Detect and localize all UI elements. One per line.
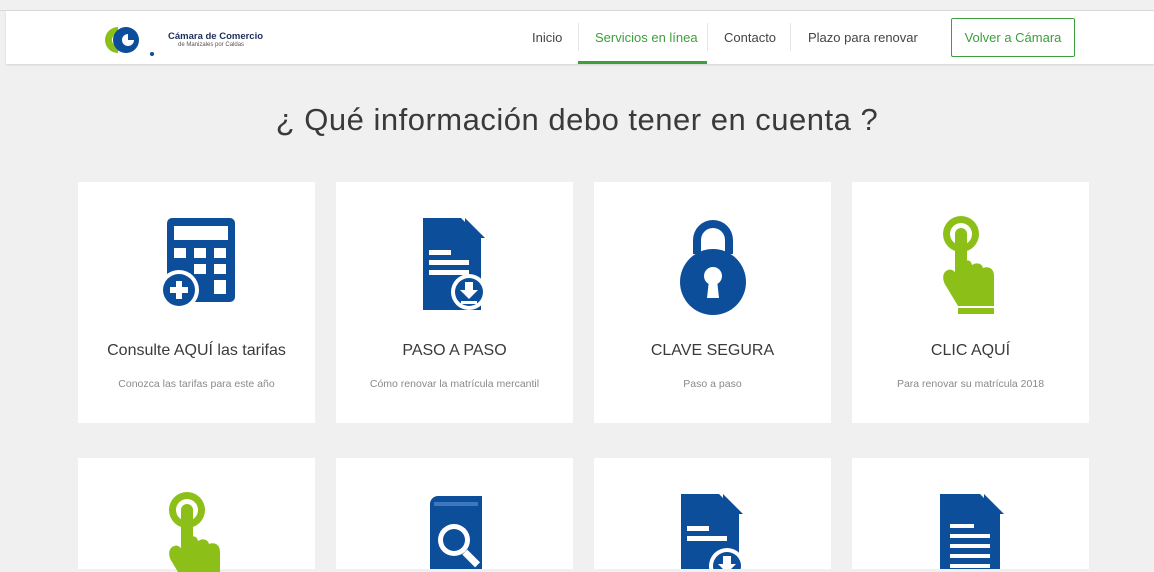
logo-mark-icon bbox=[105, 27, 154, 56]
card-tarifas[interactable]: Consulte AQUÍ las tarifas Conozca las ta… bbox=[78, 182, 315, 423]
card-description: Paso a paso bbox=[683, 378, 742, 390]
card-paso-a-paso[interactable]: PASO A PASO Cómo renovar la matrícula me… bbox=[336, 182, 573, 423]
document-lines-icon bbox=[852, 494, 1089, 569]
card-clave-segura[interactable]: CLAVE SEGURA Paso a paso bbox=[594, 182, 831, 423]
brand-subtitle: de Manizales por Caldas bbox=[178, 42, 245, 49]
card-description: Cómo renovar la matrícula mercantil bbox=[369, 378, 540, 390]
calculator-plus-icon bbox=[78, 218, 315, 310]
document-download-icon bbox=[594, 494, 831, 569]
card-row2-1[interactable] bbox=[78, 458, 315, 572]
card-row2-3[interactable] bbox=[594, 458, 831, 569]
card-description: Conozca las tarifas para este año bbox=[118, 378, 275, 390]
nav-inicio[interactable]: Inicio bbox=[532, 11, 562, 64]
card-description: Para renovar su matrícula 2018 bbox=[896, 378, 1045, 390]
card-row2-2[interactable] bbox=[336, 458, 573, 569]
volver-a-camara-button[interactable]: Volver a Cámara bbox=[951, 18, 1075, 57]
brand-name: Cámara de Comercio bbox=[168, 30, 264, 42]
card-title: Consulte AQUÍ las tarifas bbox=[107, 342, 286, 359]
page-title: ¿ Qué información debo tener en cuenta ? bbox=[275, 102, 879, 137]
brand-logo[interactable]: Cámara de Comercio de Manizales por Cald… bbox=[98, 22, 278, 58]
nav-divider bbox=[790, 23, 791, 51]
card-clic-aqui[interactable]: CLIC AQUÍ Para renovar su matrícula 2018 bbox=[852, 182, 1089, 423]
click-hand-icon bbox=[852, 216, 1089, 316]
nav-contacto[interactable]: Contacto bbox=[724, 11, 776, 64]
click-hand-icon bbox=[78, 492, 315, 572]
nav-servicios-en-linea[interactable]: Servicios en línea bbox=[595, 11, 698, 64]
padlock-icon bbox=[594, 214, 831, 316]
header-bar: Cámara de Comercio de Manizales por Cald… bbox=[6, 11, 1154, 64]
nav-plazo-para-renovar[interactable]: Plazo para renovar bbox=[808, 11, 918, 64]
book-search-icon bbox=[336, 496, 573, 569]
nav-divider bbox=[578, 23, 579, 51]
document-download-icon bbox=[336, 218, 573, 312]
card-title: CLIC AQUÍ bbox=[930, 342, 1011, 359]
nav-active-indicator bbox=[578, 61, 707, 64]
card-title: PASO A PASO bbox=[402, 342, 507, 359]
card-title: CLAVE SEGURA bbox=[650, 342, 775, 359]
card-row2-4[interactable] bbox=[852, 458, 1089, 569]
nav-divider bbox=[707, 23, 708, 51]
